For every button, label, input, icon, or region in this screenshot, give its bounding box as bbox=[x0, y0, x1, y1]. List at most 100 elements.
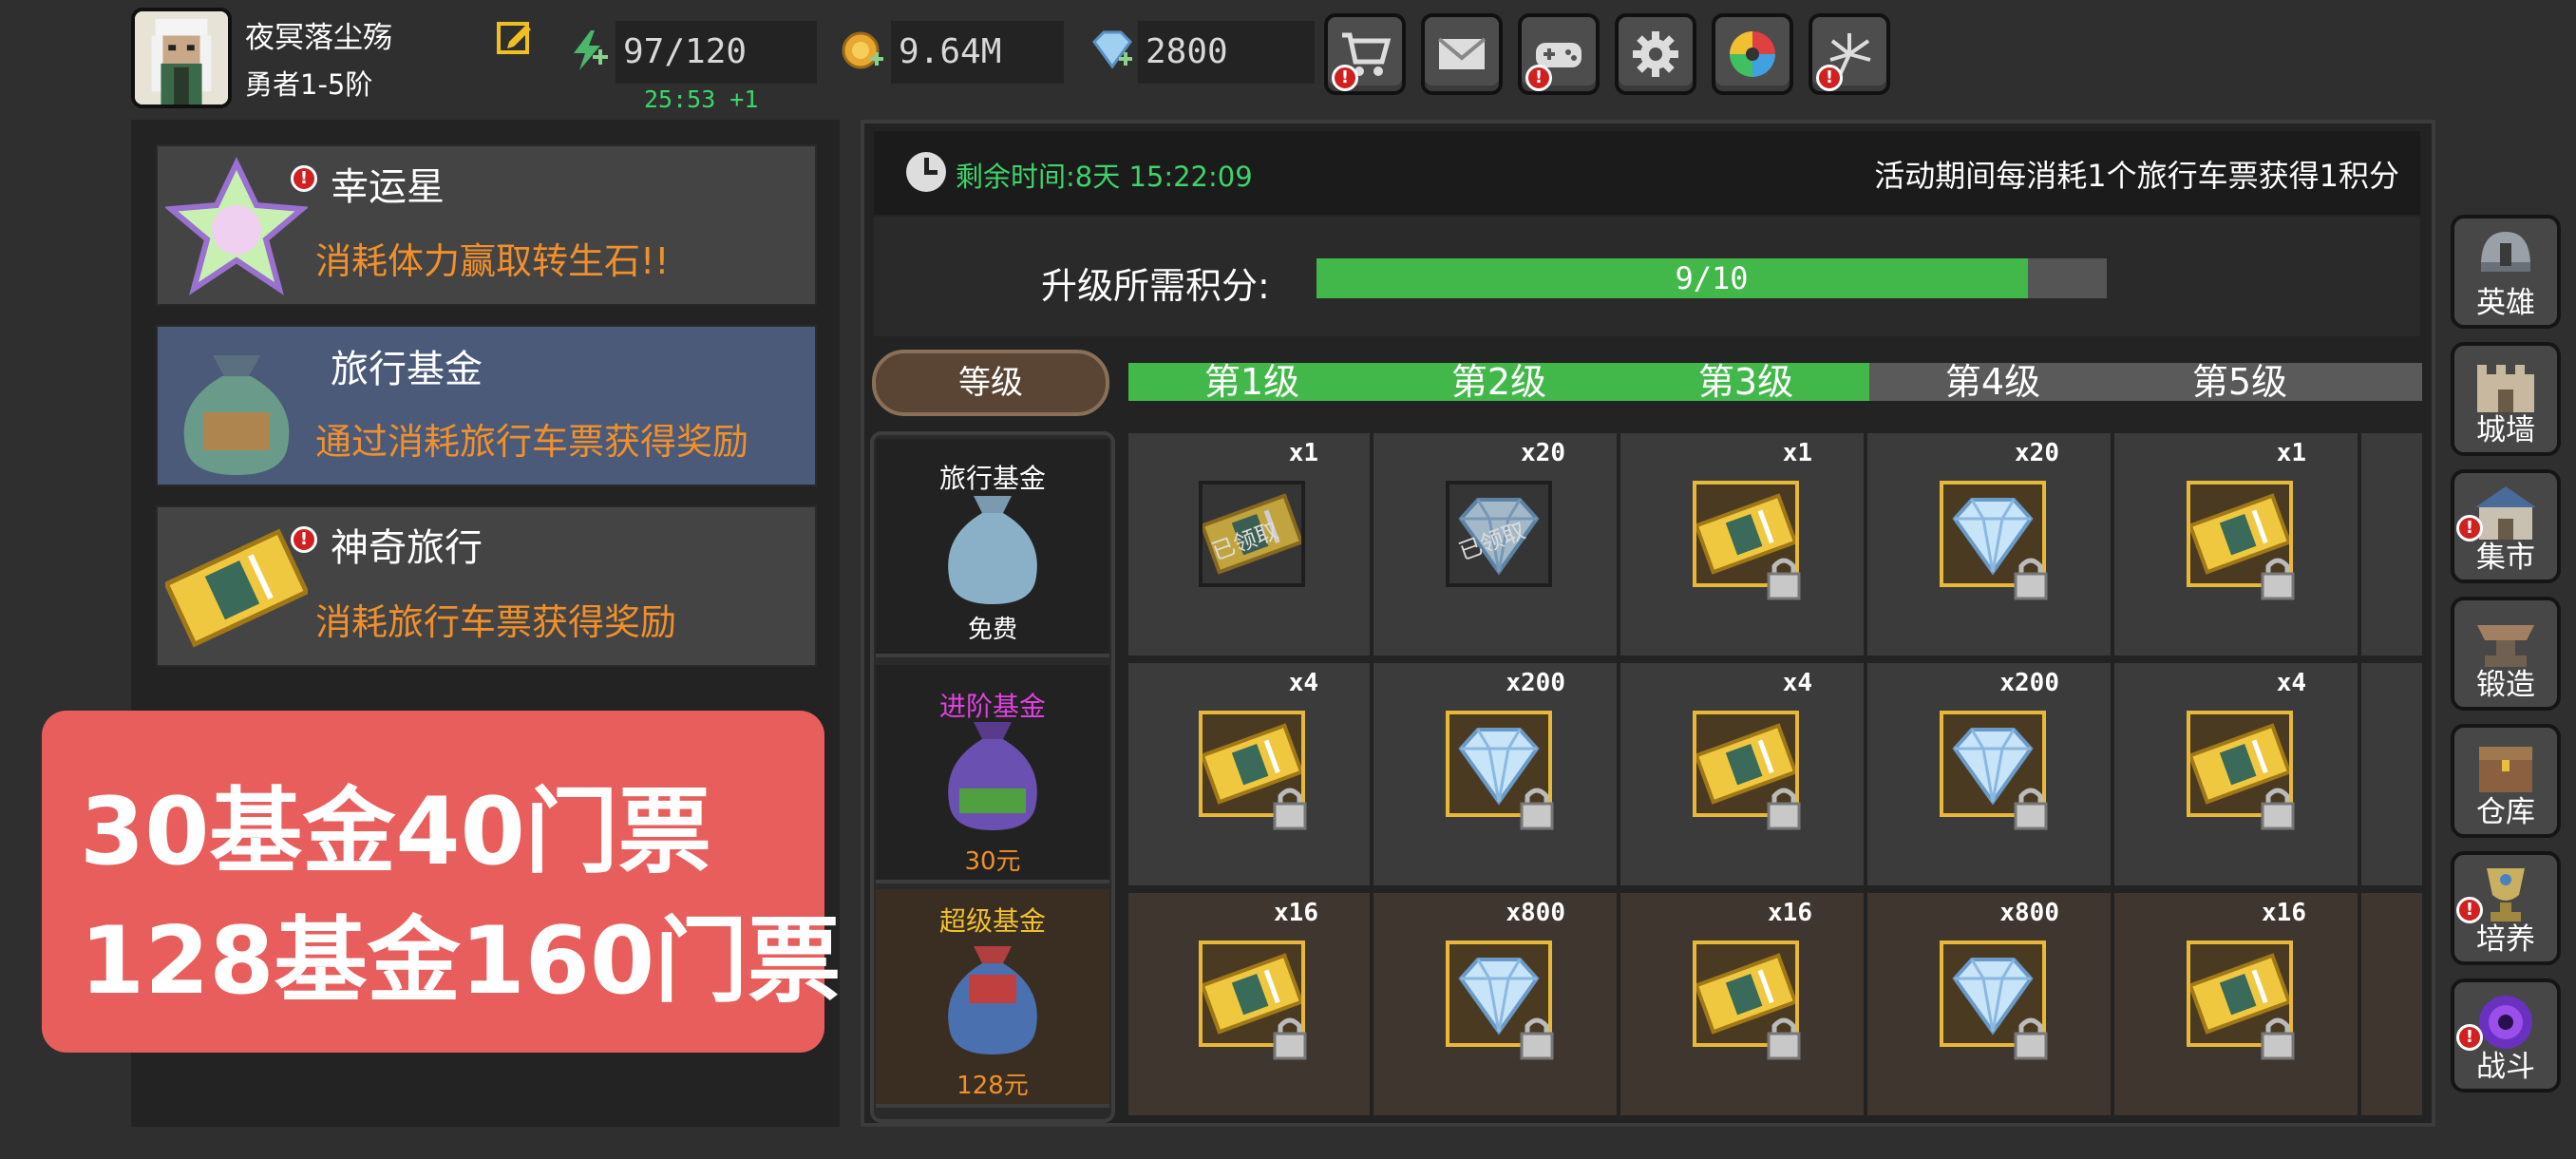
lock-icon bbox=[1767, 558, 1801, 600]
stamina-timer: 25:53 +1 bbox=[644, 86, 759, 113]
player-avatar[interactable] bbox=[131, 8, 232, 108]
side-menu-label: 集市 bbox=[2476, 541, 2535, 575]
player-rank: 勇者1-5阶 bbox=[245, 68, 373, 101]
event-subtitle: 通过消耗旅行车票获得奖励 bbox=[315, 421, 749, 463]
reward-cell[interactable]: x200 bbox=[1869, 663, 2114, 885]
alert-badge: ! bbox=[1525, 65, 1552, 91]
lottery-button[interactable] bbox=[1712, 13, 1793, 95]
reward-cell[interactable]: x800 bbox=[1869, 893, 2114, 1115]
lock-icon bbox=[2261, 558, 2295, 600]
settings-button[interactable] bbox=[1615, 13, 1696, 95]
side-menu-label: 战斗 bbox=[2476, 1050, 2535, 1084]
shop-button[interactable]: ! bbox=[1324, 13, 1406, 95]
alert-badge: ! bbox=[291, 165, 317, 192]
alert-badge: ! bbox=[1816, 65, 1843, 91]
lock-icon bbox=[1767, 1017, 1801, 1060]
lock-icon bbox=[2261, 1017, 2295, 1060]
remaining-time: 剩余时间:8天 15:22:09 bbox=[956, 161, 1253, 193]
lock-icon bbox=[2014, 788, 2048, 830]
reward-cell[interactable]: x4 bbox=[1622, 663, 1867, 885]
lock-icon bbox=[1767, 788, 1801, 830]
reward-cell[interactable]: x200 bbox=[1375, 663, 1620, 885]
lock-icon bbox=[2261, 788, 2295, 830]
reward-quantity: x1 bbox=[1782, 439, 1812, 467]
event-title: 旅行基金 bbox=[331, 348, 483, 391]
level-header: 第3级 bbox=[1622, 363, 1869, 401]
reward-cell[interactable]: 已领取 x1 bbox=[1128, 433, 1373, 656]
event-item-lucky-star[interactable]: ! 幸运星 消耗体力赢取转生石!! bbox=[156, 144, 817, 306]
event-item-magic-travel[interactable]: ! 神奇旅行 消耗旅行车票获得奖励 bbox=[156, 505, 817, 667]
player-name: 夜冥落尘殇 bbox=[245, 21, 392, 55]
promo-overlay: 30基金40门票 128基金160门票 bbox=[42, 711, 841, 1053]
activity-note: 活动期间每消耗1个旅行车票获得1积分 bbox=[1874, 158, 2399, 194]
game-screen: 夜冥落尘殇 勇者1-5阶 97/120 25:53 +1 9.64M 2800 … bbox=[0, 0, 2576, 1159]
reward-cell[interactable]: x16 bbox=[1128, 893, 1373, 1115]
gear-icon bbox=[1633, 31, 1678, 77]
level-header: 第4级 bbox=[1944, 361, 2041, 403]
lock-icon bbox=[2014, 558, 2048, 600]
reward-cell[interactable]: x800 bbox=[1375, 893, 1620, 1115]
side-menu-chest-button[interactable]: 仓库 bbox=[2451, 724, 2561, 838]
event-button[interactable]: ! bbox=[1809, 13, 1890, 95]
clock-icon bbox=[906, 152, 946, 192]
side-menu-label: 英雄 bbox=[2476, 286, 2535, 320]
reward-quantity: x16 bbox=[2262, 899, 2306, 927]
reward-cell[interactable]: x1 bbox=[2116, 433, 2361, 656]
gem-value: 2800 bbox=[1138, 21, 1315, 84]
reward-quantity: x16 bbox=[1274, 899, 1318, 927]
mail-icon bbox=[1437, 37, 1487, 69]
side-menu-trophy-button[interactable]: ! 培养 bbox=[2451, 851, 2561, 965]
progress-text: 9/10 bbox=[1675, 260, 1749, 296]
tier-price: 128元 bbox=[957, 1072, 1029, 1100]
reward-quantity: x200 bbox=[1506, 669, 1565, 697]
stamina-icon bbox=[574, 30, 608, 70]
game-button[interactable]: ! bbox=[1518, 13, 1600, 95]
gold-value: 9.64M bbox=[891, 21, 1064, 84]
event-subtitle: 消耗体力赢取转生石!! bbox=[315, 240, 670, 282]
reward-cell[interactable]: x20 bbox=[1869, 433, 2114, 656]
stamina-value: 97/120 bbox=[616, 21, 817, 84]
reward-cell[interactable]: x16 bbox=[1622, 893, 1867, 1115]
reward-cell[interactable]: x16 bbox=[2116, 893, 2361, 1115]
tier-travel-fund[interactable]: 旅行基金 免费 bbox=[876, 439, 1109, 657]
reward-quantity: x20 bbox=[1521, 439, 1565, 467]
reward-cell[interactable]: x4 bbox=[2116, 663, 2361, 885]
gold-coin-icon bbox=[842, 31, 883, 69]
reward-quantity: x20 bbox=[2015, 439, 2059, 467]
mail-button[interactable] bbox=[1421, 13, 1503, 95]
edit-name-icon[interactable] bbox=[496, 19, 534, 57]
reward-quantity: x4 bbox=[2276, 669, 2306, 697]
travel-ticket-icon bbox=[165, 528, 308, 648]
promo-line-1: 30基金40门票 bbox=[80, 778, 711, 886]
lock-icon bbox=[1273, 1017, 1307, 1060]
lock-icon bbox=[1520, 1017, 1554, 1060]
hero-portrait-icon bbox=[135, 11, 228, 104]
side-menu-label: 培养 bbox=[2476, 922, 2535, 957]
reward-quantity: x16 bbox=[1768, 899, 1812, 927]
reward-row-advanced: x4 x200 x4 x200 x4 bbox=[1128, 663, 2422, 885]
reward-cell[interactable]: 已领取 x20 bbox=[1375, 433, 1620, 656]
side-menu-label: 锻造 bbox=[2476, 668, 2535, 702]
tier-advanced-fund[interactable]: 进阶基金 30元 bbox=[876, 665, 1109, 884]
reward-quantity: x4 bbox=[1288, 669, 1318, 697]
color-wheel-icon bbox=[1730, 31, 1775, 77]
event-item-travel-fund[interactable]: 旅行基金 通过消耗旅行车票获得奖励 bbox=[156, 325, 817, 486]
money-bag-icon bbox=[948, 946, 1037, 1054]
event-title: 神奇旅行 bbox=[331, 526, 483, 570]
progress-bar: 9/10 bbox=[1316, 258, 2107, 298]
reward-quantity: x800 bbox=[1506, 899, 1565, 927]
side-menu-market-button[interactable]: ! 集市 bbox=[2451, 469, 2561, 583]
side-menu-portal-button[interactable]: ! 战斗 bbox=[2451, 978, 2561, 1092]
reward-cell[interactable]: x4 bbox=[1128, 663, 1373, 885]
side-menu-helmet-button[interactable]: 英雄 bbox=[2451, 215, 2561, 329]
reward-cell[interactable]: x1 bbox=[1622, 433, 1867, 656]
level-header: 第5级 bbox=[2191, 361, 2288, 403]
side-menu-castle-wall-button[interactable]: 城墙 bbox=[2451, 342, 2561, 456]
reward-row-super: x16 x800 x16 x800 x16 bbox=[1128, 893, 2422, 1115]
lucky-star-icon bbox=[165, 157, 308, 295]
money-bag-icon bbox=[948, 496, 1037, 604]
side-menu-anvil-button[interactable]: 锻造 bbox=[2451, 597, 2561, 711]
lock-icon bbox=[1273, 788, 1307, 830]
tier-super-fund[interactable]: 超级基金 128元 bbox=[876, 889, 1109, 1108]
money-bag-icon bbox=[183, 355, 290, 475]
